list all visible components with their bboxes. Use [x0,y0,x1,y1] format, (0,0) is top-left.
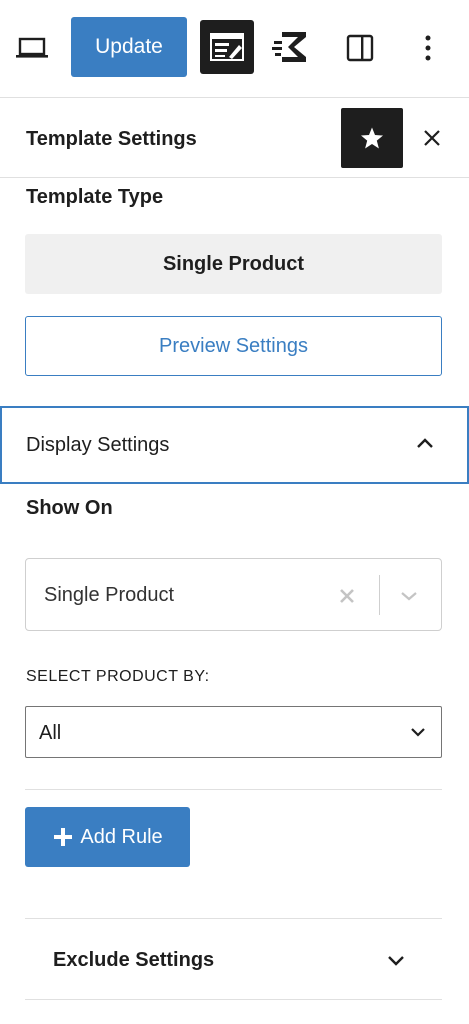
exclude-settings-toggle[interactable]: Exclude Settings [25,920,442,1000]
template-type-value: Single Product [25,234,442,294]
clear-icon[interactable] [334,583,360,609]
laptop-icon[interactable] [12,30,52,66]
template-type-label: Template Type [26,186,164,208]
select-separator [379,575,380,615]
plugin-logo-icon[interactable] [270,24,316,70]
select-product-by-dropdown[interactable]: All [25,706,442,758]
display-settings-label: Display Settings [26,433,170,456]
more-vertical-icon[interactable] [408,28,448,68]
display-settings-toggle[interactable]: Display Settings [0,406,469,484]
plus-icon [54,828,73,846]
chevron-down-icon[interactable] [396,583,422,609]
divider [25,918,442,919]
show-on-label: Show On [26,497,113,519]
preview-settings-button[interactable]: Preview Settings [25,316,442,376]
close-icon[interactable] [414,120,450,156]
select-product-by-label: SELECT PRODUCT BY: [26,668,210,685]
divider [25,789,442,790]
panel-title: Template Settings [26,128,197,150]
divider [25,999,442,1000]
add-rule-button[interactable]: Add Rule [25,807,190,867]
chevron-down-icon [388,956,404,966]
chevron-up-icon [417,438,433,448]
update-button[interactable]: Update [71,17,187,77]
select-product-by-value: All [39,722,62,744]
show-on-select[interactable]: Single Product [25,558,442,631]
editor-toolbar: Update [0,0,469,98]
star-icon[interactable] [341,108,403,168]
show-on-value: Single Product [44,584,175,606]
chevron-down-icon [411,728,425,737]
sidebar-toggle-icon[interactable] [340,30,380,66]
exclude-settings-label: Exclude Settings [53,948,215,971]
add-rule-label: Add Rule [80,825,163,848]
editor-icon[interactable] [200,20,254,74]
